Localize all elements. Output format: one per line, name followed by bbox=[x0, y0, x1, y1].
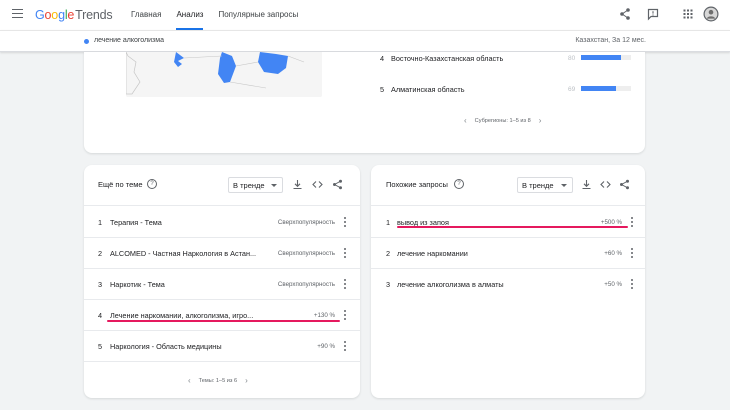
region-bar bbox=[581, 55, 631, 60]
search-term-bar: лечение алкоголизма Казахстан, За 12 мес… bbox=[0, 30, 730, 52]
region-bar-fill bbox=[581, 55, 621, 60]
chevron-left-icon[interactable]: ‹ bbox=[464, 116, 467, 125]
subregion-card: 4 Восточно-Казахстанская область 80 5 Алма… bbox=[84, 52, 645, 153]
highlight-underline bbox=[397, 226, 628, 228]
term-color-dot bbox=[84, 39, 89, 44]
related-queries-card: Похожие запросы ? В тренде 1 вывод из за… bbox=[371, 165, 645, 398]
menu-icon[interactable] bbox=[12, 9, 23, 19]
more-vert-icon[interactable] bbox=[631, 279, 634, 290]
tab-explore[interactable]: Анализ bbox=[176, 0, 204, 30]
topics-pager: ‹ Темы: 1–5 из 6 › bbox=[188, 376, 248, 385]
more-vert-icon[interactable] bbox=[344, 341, 347, 352]
chevron-right-icon[interactable]: › bbox=[539, 116, 542, 125]
more-vert-icon[interactable] bbox=[344, 217, 347, 228]
feedback-icon[interactable] bbox=[646, 7, 660, 21]
caret-down-icon bbox=[561, 184, 567, 187]
region-row-5[interactable]: 5 Алматинская область bbox=[380, 85, 465, 94]
apps-icon[interactable] bbox=[681, 7, 695, 21]
region-bar bbox=[581, 86, 631, 91]
list-item[interactable]: 2 лечение наркомании +60 % bbox=[371, 238, 645, 268]
region-value: 80 bbox=[568, 55, 576, 62]
subregion-pager: ‹ Субрегионы: 1–5 из 8 › bbox=[464, 116, 542, 125]
share-icon[interactable] bbox=[332, 179, 343, 190]
caret-down-icon bbox=[271, 184, 277, 187]
top-app-bar: GoogleTrends Главная Анализ Популярные з… bbox=[0, 0, 730, 30]
chevron-left-icon[interactable]: ‹ bbox=[188, 376, 191, 385]
search-term[interactable]: лечение алкоголизма bbox=[94, 37, 164, 44]
avatar[interactable] bbox=[703, 6, 719, 22]
card-title: Похожие запросы bbox=[386, 180, 448, 189]
region-map[interactable] bbox=[126, 52, 322, 97]
divider bbox=[84, 361, 360, 362]
tab-home[interactable]: Главная bbox=[131, 0, 161, 30]
highlight-underline bbox=[107, 320, 340, 322]
card-title: Ещё по теме bbox=[98, 180, 143, 189]
list-item[interactable]: 4 Лечение наркомании, алкоголизма, игро.… bbox=[84, 300, 360, 330]
download-icon[interactable] bbox=[292, 179, 303, 190]
chevron-right-icon[interactable]: › bbox=[245, 376, 248, 385]
help-icon[interactable]: ? bbox=[147, 179, 157, 189]
list-item[interactable]: 3 Наркотик - Тема Сверхпопулярность bbox=[84, 269, 360, 299]
filter-select[interactable]: В тренде bbox=[517, 177, 573, 193]
region-period[interactable]: Казахстан, За 12 мес. bbox=[575, 37, 646, 44]
region-value: 69 bbox=[568, 86, 576, 93]
more-vert-icon[interactable] bbox=[631, 217, 634, 228]
region-row-4[interactable]: 4 Восточно-Казахстанская область bbox=[380, 54, 503, 63]
download-icon[interactable] bbox=[581, 179, 592, 190]
divider bbox=[84, 205, 360, 206]
google-trends-logo[interactable]: GoogleTrends bbox=[35, 8, 113, 22]
more-vert-icon[interactable] bbox=[344, 279, 347, 290]
share-icon[interactable] bbox=[618, 7, 632, 21]
list-item[interactable]: 2 ALCOMED - Частная Наркология в Астан..… bbox=[84, 238, 360, 268]
more-vert-icon[interactable] bbox=[344, 310, 347, 321]
related-topics-card: Ещё по теме ? В тренде 1 Терапия - Тема … bbox=[84, 165, 360, 398]
list-item[interactable]: 3 лечение алкоголизма в алматы +50 % bbox=[371, 269, 645, 299]
region-bar-fill bbox=[581, 86, 616, 91]
main-nav: Главная Анализ Популярные запросы bbox=[131, 0, 313, 30]
list-item[interactable]: 1 вывод из запоя +500 % bbox=[371, 207, 645, 237]
more-vert-icon[interactable] bbox=[344, 248, 347, 259]
list-item[interactable]: 5 Наркология - Область медицины +90 % bbox=[84, 331, 360, 361]
embed-icon[interactable] bbox=[600, 179, 611, 190]
share-icon[interactable] bbox=[619, 179, 630, 190]
more-vert-icon[interactable] bbox=[631, 248, 634, 259]
embed-icon[interactable] bbox=[312, 179, 323, 190]
filter-select[interactable]: В тренде bbox=[228, 177, 283, 193]
divider bbox=[371, 205, 645, 206]
list-item[interactable]: 1 Терапия - Тема Сверхпопулярность bbox=[84, 207, 360, 237]
tab-trending[interactable]: Популярные запросы bbox=[218, 0, 298, 30]
help-icon[interactable]: ? bbox=[454, 179, 464, 189]
